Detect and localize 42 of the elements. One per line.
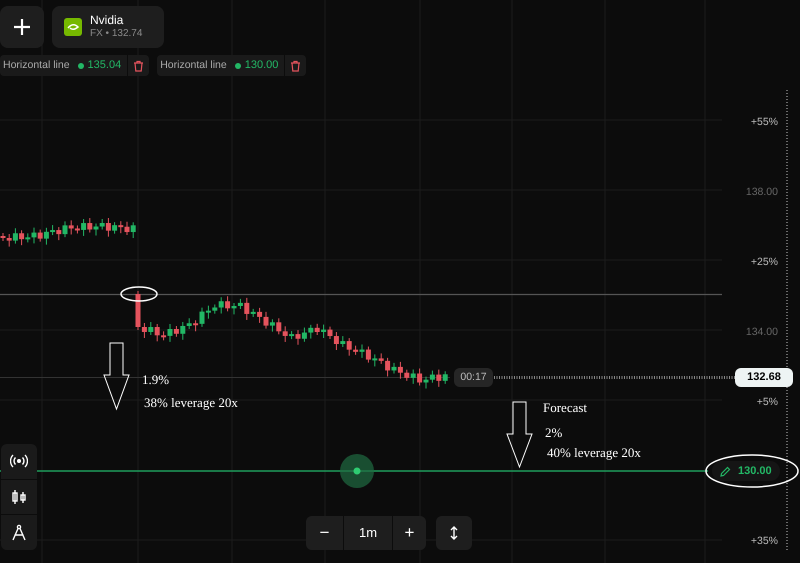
annotation-text: 38% leverage 20x: [144, 396, 238, 409]
annotation-text: 40% leverage 20x: [547, 446, 641, 459]
drawing-label: Horizontal line: [2, 58, 71, 73]
countdown-badge: 00:17: [454, 368, 493, 387]
drawing-chip[interactable]: Horizontal line 135.04: [0, 55, 150, 76]
down-arrow-icon: [103, 342, 130, 410]
compass-icon: [10, 524, 28, 542]
asset-subtitle: FX • 132.74: [90, 28, 142, 41]
axis-label: 138.00: [746, 187, 778, 198]
plus-icon: [13, 18, 31, 36]
target-price-label[interactable]: 130.00: [712, 461, 780, 481]
annotation-text: 1.9%: [142, 373, 170, 386]
zoom-in-button[interactable]: +: [393, 516, 426, 550]
target-price: 130.00: [738, 464, 772, 479]
current-price-badge: 132.68: [735, 368, 793, 387]
asset-name: Nvidia: [90, 13, 124, 28]
trash-icon: [290, 60, 302, 72]
timeframe-button[interactable]: 1m: [343, 516, 393, 550]
drawing-chip[interactable]: Horizontal line 130.00: [157, 55, 306, 76]
line-value: 130.00: [244, 58, 280, 74]
vertical-arrows-icon: [450, 526, 458, 540]
axis-label: 134.00: [746, 327, 778, 338]
pencil-icon: [720, 466, 731, 476]
asset-card[interactable]: Nvidia FX • 132.74: [52, 6, 164, 48]
axis-label: +55%: [750, 117, 778, 128]
annotation-ellipse: [120, 286, 158, 302]
target-line[interactable]: [0, 470, 708, 472]
axis-label: +25%: [750, 257, 778, 268]
line-value: 135.04: [88, 58, 122, 74]
axis-label: +5%: [756, 397, 778, 408]
drawing-label: Horizontal line: [159, 58, 228, 73]
annotation-text: Forecast: [543, 401, 588, 414]
asset-logo-icon: [64, 18, 82, 36]
trash-icon: [133, 60, 144, 72]
scale-button[interactable]: [436, 516, 472, 550]
add-button[interactable]: [0, 6, 44, 48]
line-handle[interactable]: [340, 454, 374, 488]
annotation-text: 2%: [545, 426, 562, 439]
candles-icon: [10, 488, 28, 506]
down-arrow-icon: [506, 402, 533, 468]
axis-label: +35%: [750, 536, 778, 546]
zoom-out-button[interactable]: −: [306, 516, 343, 550]
